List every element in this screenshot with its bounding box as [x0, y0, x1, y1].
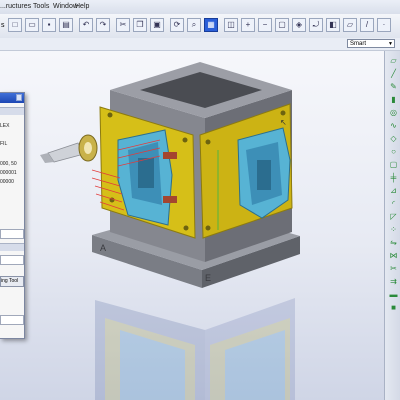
orient-icon[interactable]: ◈ — [292, 18, 306, 32]
sweep-icon[interactable]: ∿ — [388, 120, 399, 131]
dialog-dropdown[interactable] — [0, 255, 24, 265]
print-icon[interactable]: ▤ — [59, 18, 73, 32]
graphics-viewport[interactable]: A E ↖ — [0, 51, 384, 400]
selection-filter-bar: Smart ▼ — [0, 38, 400, 51]
open-icon[interactable]: ▭ — [25, 18, 39, 32]
revolve-icon[interactable]: ◎ — [388, 107, 399, 118]
menu-structures[interactable]: ...ructures — [0, 3, 31, 10]
dialog-input-field[interactable] — [0, 229, 24, 239]
zoom-out-icon[interactable]: − — [258, 18, 272, 32]
close-icon[interactable] — [16, 94, 22, 101]
copy-icon[interactable]: ❐ — [133, 18, 147, 32]
right-feature-toolbar: ▱ ╱ ✎ ▮ ◎ ∿ ◇ ○ ▢ ╪ ⊿ ◜ ◸ ⁘ ⇋ ⋈ ✂ ⇉ ▬ ■ — [384, 51, 400, 400]
floor-reflection — [95, 298, 295, 400]
shade-icon[interactable]: ◧ — [326, 18, 340, 32]
pattern-icon[interactable]: ⁘ — [388, 224, 399, 235]
refit-icon[interactable]: ▢ — [275, 18, 289, 32]
datum-point-icon[interactable]: · — [377, 18, 391, 32]
hole-icon[interactable]: ○ — [388, 146, 399, 157]
dialog-section-header-2 — [0, 243, 24, 251]
datum-plane-icon[interactable]: ▱ — [343, 18, 357, 32]
dialog-bottom-field[interactable] — [0, 315, 24, 325]
chevron-down-icon: ▼ — [388, 41, 393, 47]
manufacturing-dialog: LEX FIL 000, 50 000001 00000 ing Tool — [0, 92, 25, 339]
merge-icon[interactable]: ⋈ — [388, 250, 399, 261]
tool-button[interactable]: ing Tool — [0, 276, 24, 287]
find-icon[interactable]: ⌕ — [187, 18, 201, 32]
blend-icon[interactable]: ◇ — [388, 133, 399, 144]
select-icon[interactable]: ▦ — [204, 18, 218, 32]
dialog-line-1: LEX — [0, 123, 10, 129]
mouse-cursor: ↖ — [280, 118, 287, 127]
dialog-line-5: 00000 — [0, 179, 14, 185]
dialog-line-3: 000, 50 — [0, 161, 17, 167]
datum-label-a: A — [100, 243, 106, 253]
paste-icon[interactable]: ▣ — [150, 18, 164, 32]
datum-axis-icon[interactable]: ╱ — [388, 68, 399, 79]
solidify-icon[interactable]: ■ — [388, 302, 399, 313]
mirror-icon[interactable]: ⇋ — [388, 237, 399, 248]
datum-label-e: E — [205, 273, 211, 283]
sketch-icon[interactable]: ✎ — [388, 81, 399, 92]
trim-icon[interactable]: ✂ — [388, 263, 399, 274]
main-toolbar: s □ ▭ ▪ ▤ ↶ ↷ ✂ ❐ ▣ ⟳ ⌕ ▦ ◫ + − ▢ ◈ ⤾ ◧ … — [0, 14, 400, 39]
redo-icon[interactable]: ↷ — [96, 18, 110, 32]
draft-icon[interactable]: ⊿ — [388, 185, 399, 196]
toolbar-fragment-label: s — [1, 22, 5, 29]
datum-axis-icon[interactable]: / — [360, 18, 374, 32]
save-icon[interactable]: ▪ — [42, 18, 56, 32]
rib-icon[interactable]: ╪ — [388, 172, 399, 183]
regenerate-icon[interactable]: ⟳ — [170, 18, 184, 32]
cut-icon[interactable]: ✂ — [116, 18, 130, 32]
spin-icon[interactable]: ⤾ — [309, 18, 323, 32]
offset-icon[interactable]: ⇉ — [388, 276, 399, 287]
dialog-line-2: FIL — [0, 141, 8, 147]
datum-plane-icon[interactable]: ▱ — [388, 55, 399, 66]
cutting-tool — [40, 134, 98, 163]
dialog-line-4: 000001 — [0, 170, 17, 176]
menu-tools[interactable]: Tools — [33, 3, 49, 10]
molded-part-right — [237, 127, 291, 219]
menu-bar: ...ructures Tools Window Help — [0, 0, 400, 15]
zoom-in-icon[interactable]: + — [241, 18, 255, 32]
dialog-section-header — [0, 107, 24, 115]
new-icon[interactable]: □ — [8, 18, 22, 32]
mold-assembly-model: A E — [40, 62, 300, 400]
round-icon[interactable]: ◜ — [388, 198, 399, 209]
thicken-icon[interactable]: ▬ — [388, 289, 399, 300]
extrude-icon[interactable]: ▮ — [388, 94, 399, 105]
menu-help[interactable]: Help — [75, 3, 89, 10]
selection-filter-dropdown[interactable]: Smart ▼ — [347, 39, 395, 48]
shell-icon[interactable]: ▢ — [388, 159, 399, 170]
undo-icon[interactable]: ↶ — [79, 18, 93, 32]
chamfer-icon[interactable]: ◸ — [388, 211, 399, 222]
repaint-icon[interactable]: ◫ — [224, 18, 238, 32]
